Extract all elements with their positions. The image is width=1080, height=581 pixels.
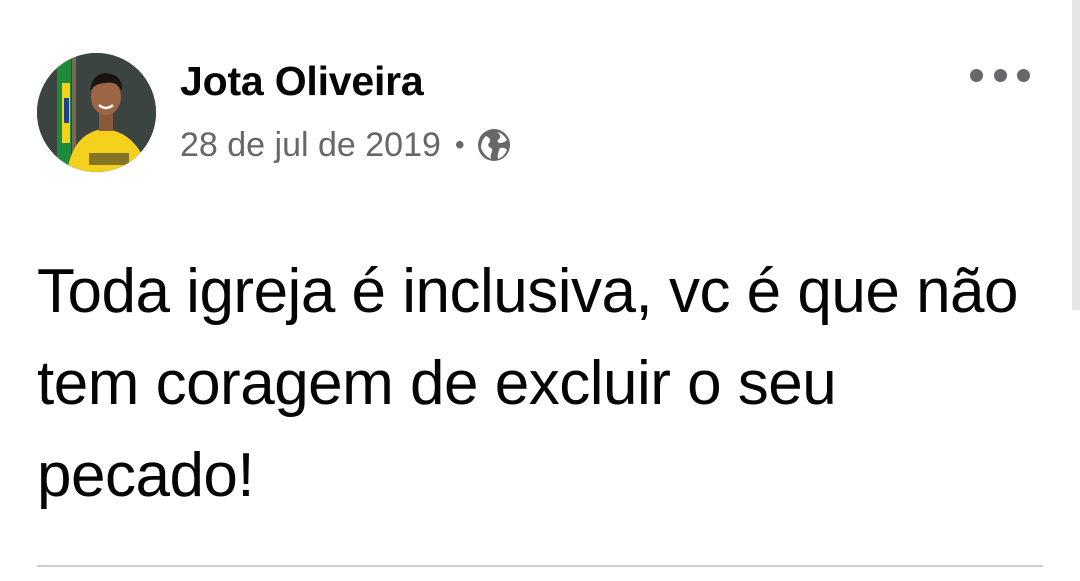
globe-icon[interactable] (477, 128, 511, 162)
post-meta: 28 de jul de 2019 • (180, 121, 511, 169)
post-card: Jota Oliveira 28 de jul de 2019 • Toda i… (0, 0, 1080, 581)
more-dot (1017, 68, 1030, 82)
author-name[interactable]: Jota Oliveira (180, 58, 424, 105)
post-text: Toda igreja é inclusiva, vc é que não te… (37, 257, 1019, 510)
avatar[interactable] (37, 53, 156, 172)
more-dot (970, 68, 983, 82)
post-timestamp[interactable]: 28 de jul de 2019 (180, 126, 441, 165)
meta-separator: • (454, 129, 465, 160)
more-dot (993, 68, 1007, 82)
more-options-icon[interactable] (970, 60, 1030, 90)
scrollbar[interactable] (1072, 0, 1080, 310)
divider (37, 565, 1043, 567)
